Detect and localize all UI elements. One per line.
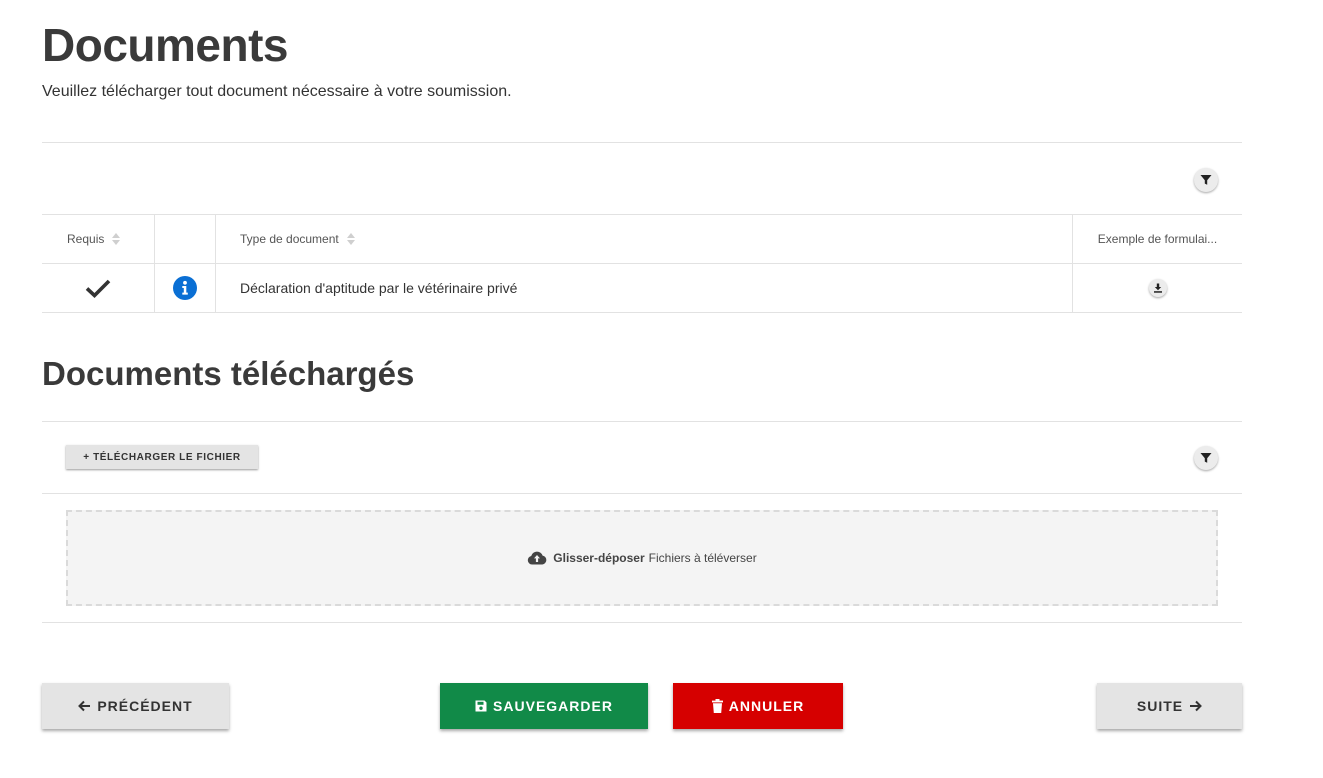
column-header-document-type[interactable]: Type de document bbox=[240, 214, 1060, 263]
file-dropzone[interactable]: Glisser-déposer Fichiers à téléverser bbox=[66, 510, 1218, 606]
check-icon bbox=[85, 279, 111, 298]
next-button[interactable]: SUITE bbox=[1097, 683, 1242, 729]
next-label: SUITE bbox=[1136, 698, 1184, 714]
download-example-button[interactable] bbox=[1148, 278, 1167, 297]
save-icon bbox=[475, 700, 487, 712]
required-cell bbox=[42, 263, 154, 312]
dropzone-label: Fichiers à téléverser bbox=[648, 551, 757, 565]
page-title: Documents bbox=[42, 19, 288, 71]
save-button[interactable]: SAUVEGARDER bbox=[440, 683, 648, 729]
column-header-info bbox=[155, 214, 215, 263]
uploaded-documents-title: Documents téléchargés bbox=[42, 355, 415, 392]
download-icon bbox=[1153, 283, 1162, 293]
filter-button-required-docs[interactable] bbox=[1194, 168, 1218, 192]
divider bbox=[42, 421, 1242, 422]
divider bbox=[42, 622, 1242, 623]
previous-button[interactable]: PRÉCÉDENT bbox=[42, 683, 229, 729]
column-header-required[interactable]: Requis bbox=[67, 214, 154, 263]
info-icon[interactable] bbox=[173, 275, 197, 300]
arrow-right-icon bbox=[1190, 700, 1203, 712]
page-subtitle: Veuillez télécharger tout document néces… bbox=[42, 83, 512, 100]
filter-button-uploaded-docs[interactable] bbox=[1194, 446, 1218, 470]
document-type-cell: Déclaration d'aptitude par le vétérinair… bbox=[240, 279, 518, 296]
arrow-left-icon bbox=[78, 700, 91, 712]
column-header-example-form: Exemple de formulai... bbox=[1073, 214, 1242, 263]
divider bbox=[42, 142, 1242, 143]
dropzone-bold-label: Glisser-déposer bbox=[553, 551, 645, 565]
column-header-label: Exemple de formulai... bbox=[1097, 231, 1218, 246]
cancel-button[interactable]: ANNULER bbox=[673, 683, 843, 729]
upload-file-button[interactable]: + TÉLÉCHARGER LE FICHIER bbox=[66, 445, 258, 469]
column-header-label: Type de document bbox=[240, 231, 339, 246]
filter-icon bbox=[1200, 175, 1212, 185]
sort-icon[interactable] bbox=[112, 232, 121, 245]
sort-icon[interactable] bbox=[346, 232, 355, 245]
info-cell bbox=[155, 263, 215, 312]
filter-icon bbox=[1200, 453, 1212, 463]
divider bbox=[42, 493, 1242, 494]
example-form-cell bbox=[1073, 263, 1242, 312]
previous-label: PRÉCÉDENT bbox=[97, 698, 193, 714]
column-header-label: Requis bbox=[67, 231, 105, 246]
save-label: SAUVEGARDER bbox=[493, 698, 613, 714]
cloud-upload-icon bbox=[528, 551, 547, 565]
required-documents-table: Requis Type de document Exemple de formu… bbox=[42, 214, 1242, 313]
table-bottom-border bbox=[42, 312, 1242, 313]
cancel-label: ANNULER bbox=[728, 698, 805, 714]
trash-icon bbox=[711, 699, 723, 713]
